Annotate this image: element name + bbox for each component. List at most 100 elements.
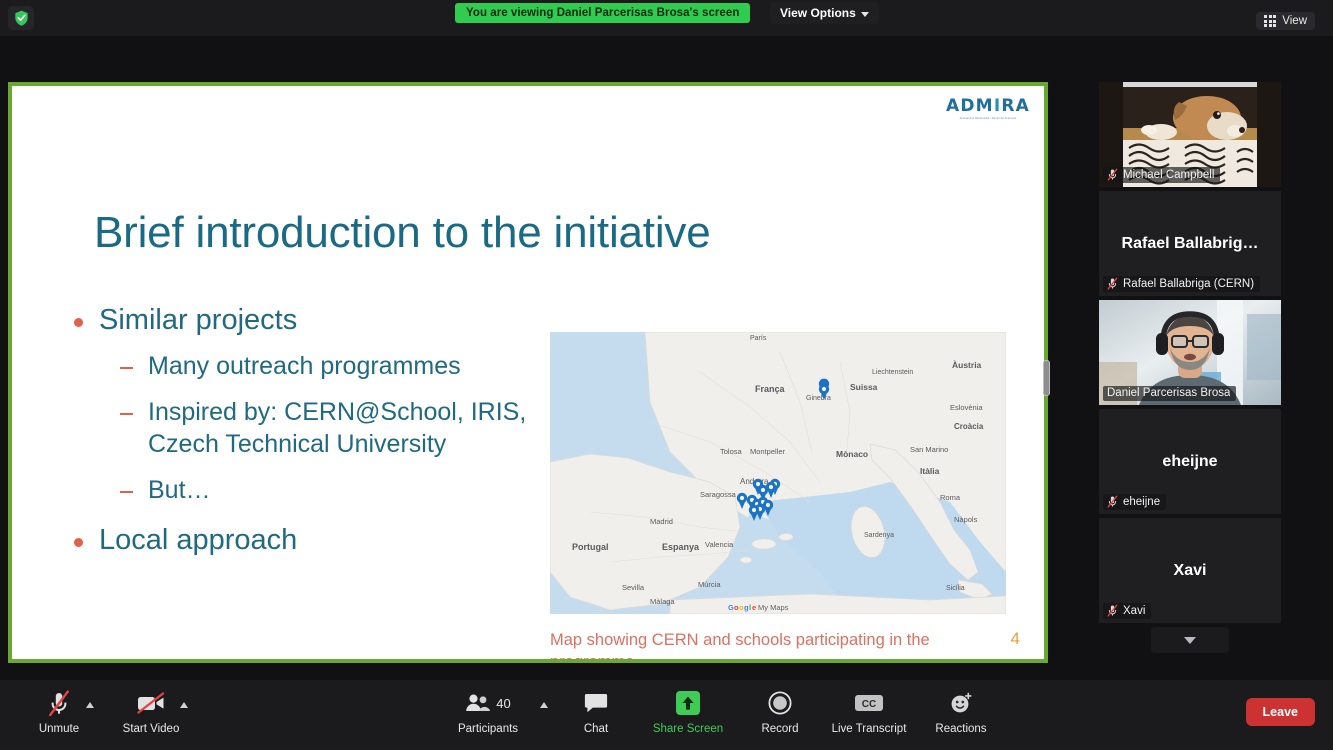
svg-text:l: l [749,603,751,612]
camera-off-icon [137,692,165,714]
participants-options-caret-icon[interactable] [540,702,548,708]
view-options-button[interactable]: View Options [770,2,879,24]
participant-name: Xavi [1123,604,1146,617]
svg-text:Nàpols: Nàpols [954,515,978,524]
top-bar: You are viewing Daniel Parcerisas Brosa'… [0,0,1333,36]
svg-text:Madrid: Madrid [650,517,673,526]
svg-text:CC: CC [862,699,876,710]
europe-map-graphic: França Suissa Liechtenstein Àustria Eslo… [550,332,1006,614]
svg-text:Tolosa: Tolosa [720,447,743,456]
participant-name-bar: eheijne [1103,494,1167,510]
svg-text:Ginebra: Ginebra [806,395,831,402]
sub-bullet-text: But… [148,475,211,504]
encryption-shield-button[interactable] [8,6,34,30]
start-video-label: Start Video [122,723,180,735]
chat-label: Chat [583,723,609,735]
slide-bullet-list: Similar projects Many outreach programme… [74,304,544,569]
microphone-muted-icon [49,689,69,716]
share-screen-up-arrow-icon [676,691,700,715]
chevron-down-icon [860,11,869,17]
participants-icon [466,694,491,711]
svg-text:Suissa: Suissa [850,382,878,392]
svg-text:Múrcia: Múrcia [698,580,721,589]
video-tile-rafael-ballabriga[interactable]: Rafael Ballabrig… Rafael Ballabriga (CER… [1099,191,1281,296]
participant-display-name: eheijne [1162,452,1218,470]
video-options-caret-icon[interactable] [180,702,188,708]
bullet-text: Local approach [99,523,298,556]
grid-icon [1264,15,1277,27]
closed-caption-icon: CC [855,695,883,711]
start-video-button[interactable]: Start Video [108,688,194,735]
svg-text:e: e [752,603,756,612]
record-label: Record [761,723,799,735]
chat-button[interactable]: Chat [553,688,639,735]
sub-bullet-list: Many outreach programmes Inspired by: CE… [120,350,544,506]
participant-name-bar: Rafael Ballabriga (CERN) [1103,276,1261,292]
svg-text:París: París [750,335,767,342]
svg-text:Montpeller: Montpeller [750,447,786,456]
participant-name: Rafael Ballabriga (CERN) [1123,277,1255,290]
participant-name-bar: Daniel Parcerisas Brosa [1103,386,1237,401]
live-transcript-button[interactable]: CC Live Transcript [826,688,912,735]
microphone-muted-icon [1107,277,1118,290]
bullet-item: Local approach [74,524,544,558]
sub-bullet-text: Inspired by: CERN@School, IRIS, Czech Te… [148,397,527,458]
participants-button[interactable]: 40 Participants [445,688,531,735]
viewing-screen-banner: You are viewing Daniel Parcerisas Brosa'… [455,3,751,23]
bullet-item: Similar projects [74,304,544,338]
participants-label: Participants [457,723,519,735]
view-layout-button[interactable]: View [1256,12,1315,30]
live-transcript-label: Live Transcript [831,723,907,735]
audio-options-caret-icon[interactable] [86,702,94,708]
dash-bullet-icon [120,366,133,370]
svg-text:França: França [755,384,786,394]
leave-button[interactable]: Leave [1245,698,1315,726]
video-tile-michael-campbell[interactable]: Michael Campbell [1099,82,1281,187]
unmute-label: Unmute [38,723,80,735]
scroll-participants-down-button[interactable] [1151,627,1229,653]
video-tile-eheijne[interactable]: eheijne eheijne [1099,409,1281,514]
svg-text:Roma: Roma [940,493,961,502]
sub-bullet-item: Inspired by: CERN@School, IRIS, Czech Te… [120,396,544,460]
sub-bullet-item: But… [120,474,544,506]
smiley-reactions-icon [951,692,972,713]
video-tile-xavi[interactable]: Xavi Xavi [1099,518,1281,623]
start-video-icon-wrap [136,688,166,718]
svg-text:Sevilla: Sevilla [622,583,645,592]
participants-icon-wrap: 40 [465,688,511,718]
svg-text:Croàcia: Croàcia [954,422,984,431]
zoom-meeting-window: You are viewing Daniel Parcerisas Brosa'… [0,0,1333,750]
microphone-muted-icon [1107,604,1118,617]
share-screen-label: Share Screen [652,723,724,735]
admira-logo-text: ADMIRA [946,96,1030,116]
svg-text:Liechtenstein: Liechtenstein [872,369,913,376]
svg-text:Espanya: Espanya [662,542,700,552]
record-circle-icon [768,691,792,715]
participant-name-bar: Michael Campbell [1103,167,1221,183]
microphone-muted-icon [1107,495,1118,508]
unmute-button[interactable]: Unmute [16,688,102,735]
live-transcript-icon-wrap: CC [854,688,884,718]
video-tile-daniel-parcerisas-brosa[interactable]: Daniel Parcerisas Brosa [1099,300,1281,405]
share-resize-handle[interactable] [1043,360,1050,396]
microphone-muted-icon [1107,168,1118,181]
bullet-dot-icon [74,537,83,547]
svg-text:Sardenya: Sardenya [864,532,894,539]
participants-count: 40 [496,695,511,711]
presentation-slide: ADMIRA Aplicacions Multimedia i Recursos… [12,86,1044,659]
svg-text:Portugal: Portugal [572,542,609,552]
participant-display-name: Rafael Ballabrig… [1121,234,1259,252]
participant-name: Michael Campbell [1123,168,1215,181]
bullet-text: Similar projects [99,304,298,336]
slide-page-number: 4 [1010,629,1020,648]
reactions-button[interactable]: Reactions [918,688,1004,735]
svg-text:Sicília: Sicília [946,585,965,592]
participant-name-bar: Xavi [1103,603,1152,619]
view-layout-label: View [1282,15,1307,27]
share-screen-button[interactable]: Share Screen [645,688,731,735]
admira-logo-tagline: Aplicacions Multimedia i Recursos Avança… [959,117,1017,120]
record-button[interactable]: Record [737,688,823,735]
svg-text:Itàlia: Itàlia [920,466,940,476]
chevron-down-icon [1184,636,1196,644]
admira-logo: ADMIRA Aplicacions Multimedia i Recursos… [946,96,1030,120]
